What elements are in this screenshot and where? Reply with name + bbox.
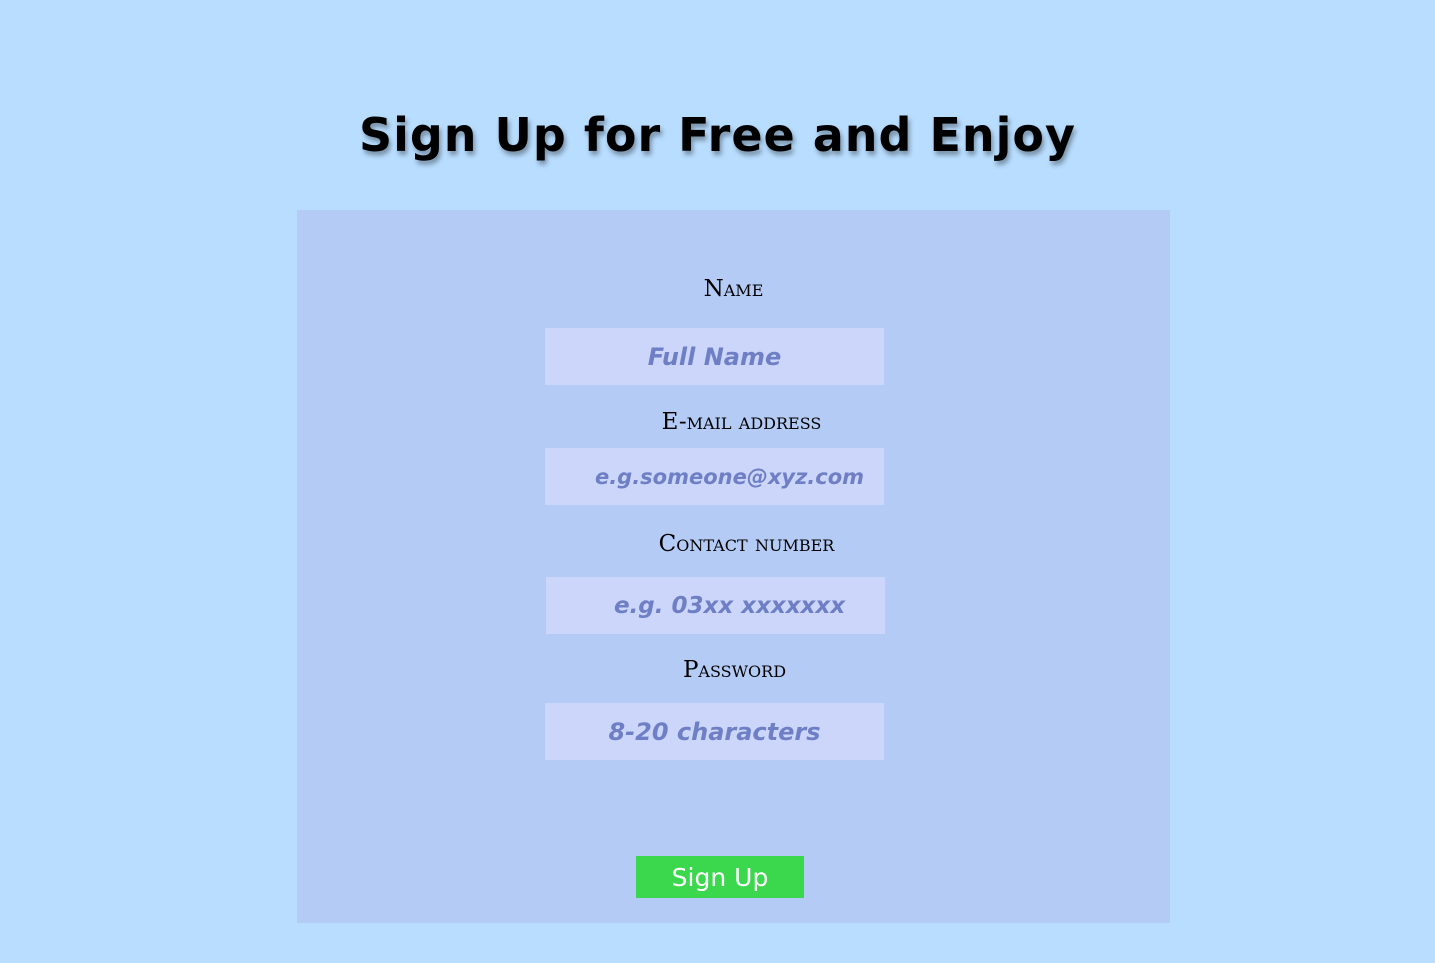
contact-number-label: Contact number [658,531,835,557]
sign-up-button[interactable]: Sign Up [636,856,804,898]
name-input[interactable] [545,328,884,385]
signup-page: Sign Up for Free and Enjoy Name E-mail a… [0,0,1435,963]
contact-number-input[interactable] [546,577,885,634]
page-title: Sign Up for Free and Enjoy [358,108,1077,162]
password-label: Password [682,657,787,683]
name-label: Name [703,276,764,302]
email-input[interactable] [545,448,884,505]
password-input[interactable] [545,703,884,760]
signup-form: Name E-mail address Contact number Passw… [297,210,1170,923]
email-label: E-mail address [661,409,822,435]
